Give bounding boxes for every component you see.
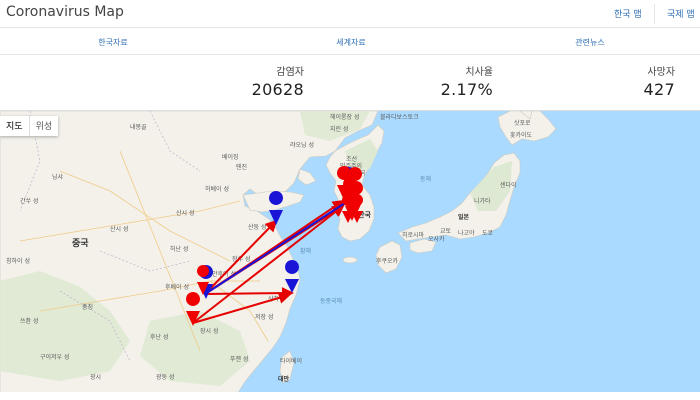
infected-stat: 감염자 20628	[252, 63, 304, 99]
deaths-stat: 사망자 427	[644, 63, 675, 99]
taipei-label: 타이베이	[280, 357, 302, 365]
kyushu-island	[375, 240, 403, 274]
fatality-rate-stat: 치사율 2.17%	[441, 63, 493, 99]
bottom-strip	[0, 392, 700, 400]
zhejiang-label: 저장 성	[255, 313, 273, 321]
infected-value: 20628	[251, 80, 304, 99]
beijing-label: 베이징	[222, 153, 239, 161]
chongqing-label: 충칭	[82, 303, 93, 311]
tianjin-label: 톈진	[236, 163, 247, 171]
heilongjiang-label: 헤이룽장 성	[330, 113, 360, 121]
fukuoka-label: 후쿠오카	[376, 257, 399, 265]
tokyo-label: 도쿄	[482, 230, 494, 237]
kyoto-label: 교토	[440, 228, 452, 235]
korea-map-link[interactable]: 한국 맵	[614, 7, 642, 20]
liaoning-label: 랴오닝 성	[290, 141, 314, 149]
fatality-rate-value: 2.17%	[440, 80, 493, 99]
shaanxi-label: 산시 성	[110, 225, 128, 233]
henan-label: 허난 성	[170, 245, 188, 253]
sichuan-label: 쓰촨 성	[20, 317, 38, 325]
nav-related-news[interactable]: 관련뉴스	[575, 37, 604, 48]
sendai-label: 센다이	[500, 181, 517, 189]
stats-panel: 감염자 20628 치사율 2.17% 사망자 427	[0, 55, 700, 110]
ningxia-label: 닝샤	[52, 173, 64, 181]
sea-of-japan-label: 동해	[420, 175, 431, 183]
fujian-label: 푸젠 성	[230, 355, 248, 363]
vladivostok-label: 블라디보스토크	[380, 113, 419, 121]
nav-bar: 한국자료 세계자료 관련뉴스	[0, 28, 700, 55]
world-map-link[interactable]: 국제 맵	[667, 7, 695, 20]
jiangxi-label: 장시 성	[200, 327, 218, 335]
hiroshima-label: 히로시마	[402, 231, 425, 239]
guizhou-label: 구이저우 성	[40, 353, 70, 361]
east-china-sea-label: 동중국해	[320, 297, 342, 305]
qinghai-label: 칭하이 성	[6, 257, 30, 265]
map-type-satellite-button[interactable]: 위성	[28, 116, 59, 136]
shandong-label: 산둥 성	[248, 223, 266, 231]
deaths-value: 427	[643, 80, 675, 99]
osaka-label: 오사카	[428, 235, 445, 243]
hebei-label: 허베이 성	[205, 185, 229, 193]
japan-label: 일본	[458, 213, 470, 221]
app-title: Coronavirus Map	[6, 4, 124, 20]
liaodong-peninsula	[297, 168, 317, 186]
china-label: 중국	[72, 238, 89, 249]
north-korea-top-label: 조선	[346, 155, 357, 163]
yellow-sea-label: 황해	[300, 247, 311, 255]
top-divider	[654, 4, 655, 24]
deaths-label: 사망자	[647, 67, 675, 78]
hokkaido-label: 홋카이도	[510, 131, 533, 139]
nav-korea-data[interactable]: 한국자료	[98, 37, 127, 48]
fatality-rate-label: 치사율	[465, 67, 493, 78]
guangdong-label: 광둥 성	[156, 373, 174, 381]
hunan-label: 후난 성	[150, 333, 168, 341]
guangxi-label: 광시	[90, 374, 101, 381]
nav-world-data[interactable]: 세계자료	[336, 37, 365, 48]
jeju-island	[342, 256, 358, 264]
infected-label: 감염자	[276, 67, 304, 78]
nagoya-label: 나고야	[458, 229, 475, 237]
taiwan-label: 대만	[278, 375, 290, 383]
jilin-label: 지린 성	[330, 125, 348, 133]
shanxi-label: 산시 성	[176, 209, 194, 217]
map-view[interactable]: 중국 한국 일본 조선 민주주의 인민공화국 베이징 톈진 상하이 산둥 성 장…	[0, 110, 700, 392]
map-canvas[interactable]: 중국 한국 일본 조선 민주주의 인민공화국 베이징 톈진 상하이 산둥 성 장…	[0, 111, 700, 392]
map-type-map-button[interactable]: 지도	[0, 116, 29, 136]
map-type-toggle: 지도 위성	[0, 116, 59, 136]
inner-mongolia-label: 내몽골	[130, 123, 147, 131]
sapporo-label: 삿포로	[514, 119, 531, 127]
gansu-label: 간쑤 성	[20, 197, 38, 205]
hubei-label: 후베이 성	[165, 283, 189, 291]
top-bar: Coronavirus Map 한국 맵 국제 맵	[0, 0, 700, 28]
niigata-label: 니가타	[474, 197, 491, 205]
